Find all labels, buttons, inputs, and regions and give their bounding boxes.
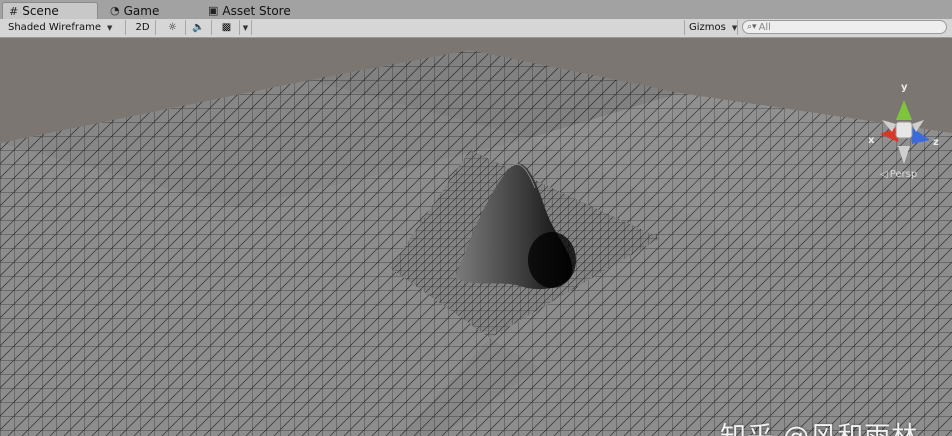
tab-game-label: Game bbox=[123, 3, 160, 18]
draw-mode-label: Shaded Wireframe bbox=[8, 22, 101, 33]
projection-toggle[interactable]: ◁ Persp bbox=[880, 169, 917, 180]
speaker-icon: 🔈 bbox=[192, 22, 205, 33]
z-axis-label: z bbox=[933, 137, 939, 148]
bag-icon: ▣ bbox=[208, 4, 219, 17]
orientation-gizmo[interactable]: y x z bbox=[862, 82, 942, 172]
audio-toggle-button[interactable]: 🔈 bbox=[186, 20, 212, 35]
image-icon: ▩ bbox=[221, 22, 232, 33]
search-field[interactable]: ⌕▾ All bbox=[742, 20, 947, 34]
2d-toggle-label: 2D bbox=[135, 22, 150, 33]
lighting-toggle-button[interactable]: ☼ bbox=[160, 20, 186, 35]
x-axis-label: x bbox=[868, 135, 875, 146]
2d-toggle-button[interactable]: 2D bbox=[130, 20, 156, 35]
tab-scene[interactable]: # Scene bbox=[2, 2, 98, 19]
tab-asset-store-label: Asset Store bbox=[222, 3, 291, 18]
scene-render bbox=[0, 38, 952, 436]
projection-label: Persp bbox=[889, 169, 918, 180]
effects-dropdown-button[interactable]: ▼ bbox=[240, 20, 252, 35]
draw-mode-dropdown[interactable]: Shaded Wireframe ▼ bbox=[4, 20, 126, 35]
gizmos-dropdown[interactable]: Gizmos ▼ bbox=[684, 20, 738, 35]
effects-toggle-button[interactable]: ▩ bbox=[214, 20, 240, 35]
scene-viewport[interactable]: y x z ◁ Persp 知乎 @风和雨林 bbox=[0, 38, 952, 436]
perspective-icon: ◁ bbox=[880, 169, 888, 180]
tab-game[interactable]: ◔ Game bbox=[104, 2, 165, 19]
watermark: 知乎 @风和雨林 bbox=[720, 416, 918, 436]
gizmo-axes-icon bbox=[880, 100, 930, 164]
scene-toolbar: Shaded Wireframe ▼ 2D ☼ 🔈 ▩ ▼ Gizmos ▼ ⌕… bbox=[0, 19, 952, 38]
search-icon: ⌕▾ bbox=[747, 22, 757, 32]
tab-scene-label: Scene bbox=[22, 4, 59, 18]
tab-asset-store[interactable]: ▣ Asset Store bbox=[202, 2, 297, 19]
grid-icon: # bbox=[9, 4, 19, 18]
dropdown-caret-icon: ▼ bbox=[731, 23, 738, 32]
pacman-icon: ◔ bbox=[110, 4, 120, 17]
dropdown-caret-icon: ▼ bbox=[106, 23, 113, 32]
gizmos-label: Gizmos bbox=[689, 22, 726, 33]
search-placeholder: All bbox=[758, 21, 771, 33]
tab-bar: # Scene ◔ Game ▣ Asset Store bbox=[0, 0, 952, 20]
y-axis-label: y bbox=[901, 82, 908, 93]
dropdown-caret-icon: ▼ bbox=[242, 23, 249, 32]
sun-icon: ☼ bbox=[168, 22, 177, 33]
